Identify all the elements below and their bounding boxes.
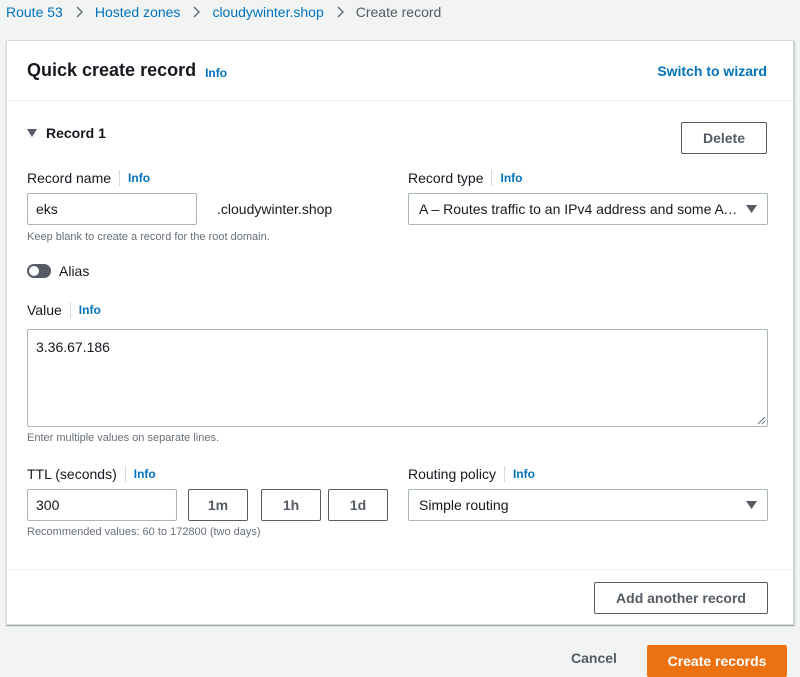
breadcrumb-current: Create record [355,4,442,20]
record-name-input[interactable] [27,193,197,225]
record-type-value: A – Routes traffic to an IPv4 address an… [419,201,738,217]
record-type-label-row: Record type Info [408,170,522,186]
alias-label: Alias [59,263,90,279]
card-divider [7,569,793,570]
record-type-select[interactable]: A – Routes traffic to an IPv4 address an… [408,193,768,225]
record-expander[interactable]: Record 1 [27,125,106,141]
breadcrumb-zone[interactable]: cloudywinter.shop [212,4,323,20]
breadcrumb-hosted-zones[interactable]: Hosted zones [95,4,181,20]
domain-suffix: .cloudywinter.shop [217,201,333,217]
ttl-label: TTL (seconds) [27,466,117,482]
routing-label: Routing policy [408,466,496,482]
value-label: Value [27,302,62,318]
record-name-label-row: Record name Info [27,170,150,186]
card-header: Quick create record Info Switch to wizar… [7,41,793,101]
ttl-1d-button[interactable]: 1d [328,489,388,521]
ttl-info-link[interactable]: Info [134,467,156,481]
caret-down-icon [27,129,37,137]
routing-policy-select[interactable]: Simple routing [408,489,768,521]
ttl-hint: Recommended values: 60 to 172800 (two da… [27,526,261,538]
breadcrumb: Route 53 Hosted zones cloudywinter.shop … [6,0,441,24]
add-another-record-button[interactable]: Add another record [594,582,768,614]
value-textarea[interactable]: 3.36.67.186 [27,329,768,427]
caret-down-icon [746,205,757,213]
routing-label-row: Routing policy Info [408,466,535,482]
ttl-1m-button[interactable]: 1m [188,489,248,521]
cancel-button[interactable]: Cancel [571,650,617,666]
ttl-1h-button[interactable]: 1h [261,489,321,521]
record-name-label: Record name [27,170,112,186]
breadcrumb-route53[interactable]: Route 53 [6,4,63,20]
delete-button[interactable]: Delete [681,122,767,154]
caret-down-icon [746,501,757,509]
chevron-right-icon [180,6,212,18]
record-name-hint: Keep blank to create a record for the ro… [27,231,270,243]
ttl-label-row: TTL (seconds) Info [27,466,156,482]
alias-toggle[interactable] [27,264,51,278]
page-title: Quick create record [27,60,197,80]
label-divider [124,466,126,482]
quick-create-card: Quick create record Info Switch to wizar… [6,40,794,625]
label-divider [503,466,505,482]
record-name-info-link[interactable]: Info [128,171,150,185]
value-hint: Enter multiple values on separate lines. [27,432,219,444]
record-type-label: Record type [408,170,484,186]
label-divider [119,170,121,186]
chevron-right-icon [324,6,356,18]
record-title: Record 1 [46,125,106,141]
alias-row: Alias [27,263,89,279]
toggle-knob [29,266,39,276]
ttl-input[interactable] [27,489,177,521]
value-info-link[interactable]: Info [79,303,101,317]
record-type-info-link[interactable]: Info [500,171,522,185]
create-records-button[interactable]: Create records [647,645,787,677]
routing-policy-value: Simple routing [419,497,509,513]
resize-grip-icon[interactable] [757,416,766,425]
label-divider [69,302,71,318]
title-info-link[interactable]: Info [205,66,227,80]
label-divider [491,170,493,186]
routing-info-link[interactable]: Info [513,467,535,481]
chevron-right-icon [63,6,95,18]
switch-to-wizard-link[interactable]: Switch to wizard [657,63,767,79]
value-label-row: Value Info [27,302,101,318]
